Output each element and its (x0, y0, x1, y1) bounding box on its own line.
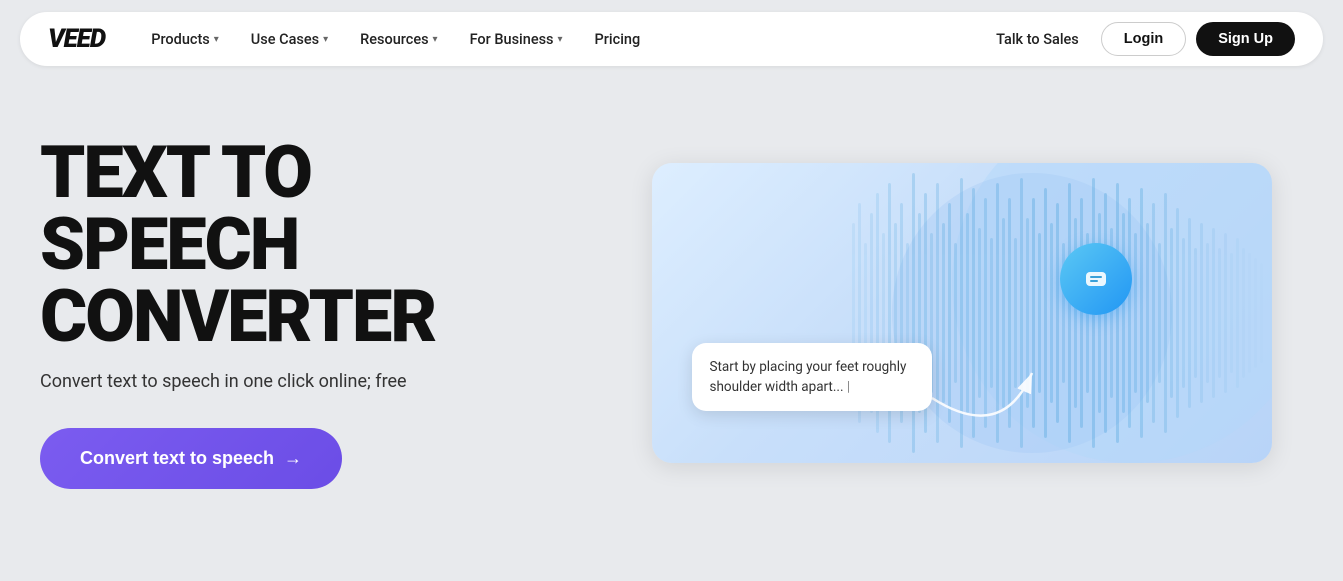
speech-bubble-icon (1078, 261, 1114, 297)
nav-item-products[interactable]: Products ▾ (137, 23, 233, 56)
waveform-background (652, 163, 1272, 463)
cta-button[interactable]: Convert text to speech → (40, 428, 342, 489)
navbar: VEED Products ▾ Use Cases ▾ Resources ▾ … (20, 12, 1323, 66)
hero-title-line1: TEXT TO SPEECH (40, 130, 311, 287)
chat-bubble: Start by placing your feet roughly shoul… (692, 343, 932, 412)
cta-label: Convert text to speech (80, 448, 274, 469)
nav-label-products: Products (151, 31, 210, 48)
chat-bubble-text: Start by placing your feet roughly shoul… (710, 359, 907, 395)
logo[interactable]: VEED (48, 24, 105, 54)
nav-label-use-cases: Use Cases (251, 31, 319, 48)
hero-illustration: Start by placing your feet roughly shoul… (620, 163, 1303, 463)
arrow-icon: → (284, 448, 302, 469)
chevron-down-icon: ▾ (214, 34, 219, 45)
nav-item-resources[interactable]: Resources ▾ (346, 23, 451, 56)
nav-item-use-cases[interactable]: Use Cases ▾ (237, 23, 342, 56)
login-button[interactable]: Login (1101, 22, 1186, 56)
nav-item-pricing[interactable]: Pricing (581, 23, 655, 56)
hero-section: TEXT TO SPEECH CONVERTER Convert text to… (40, 137, 580, 489)
chevron-down-icon: ▾ (433, 34, 438, 45)
nav-right: Talk to Sales Login Sign Up (984, 22, 1295, 56)
main-content: TEXT TO SPEECH CONVERTER Convert text to… (0, 78, 1343, 538)
chevron-down-icon: ▾ (323, 34, 328, 45)
nav-links: Products ▾ Use Cases ▾ Resources ▾ For B… (137, 23, 984, 56)
nav-label-resources: Resources (360, 31, 428, 48)
speech-icon-circle (1060, 243, 1132, 315)
hero-title: TEXT TO SPEECH CONVERTER (40, 137, 580, 353)
illustration-card: Start by placing your feet roughly shoul… (652, 163, 1272, 463)
hero-title-line2: CONVERTER (40, 274, 435, 359)
hero-subtitle: Convert text to speech in one click onli… (40, 371, 580, 392)
signup-button[interactable]: Sign Up (1196, 22, 1295, 56)
nav-label-pricing: Pricing (595, 31, 641, 48)
nav-item-for-business[interactable]: For Business ▾ (456, 23, 577, 56)
chevron-down-icon: ▾ (558, 34, 563, 45)
talk-to-sales-link[interactable]: Talk to Sales (984, 23, 1091, 56)
nav-label-for-business: For Business (470, 31, 554, 48)
